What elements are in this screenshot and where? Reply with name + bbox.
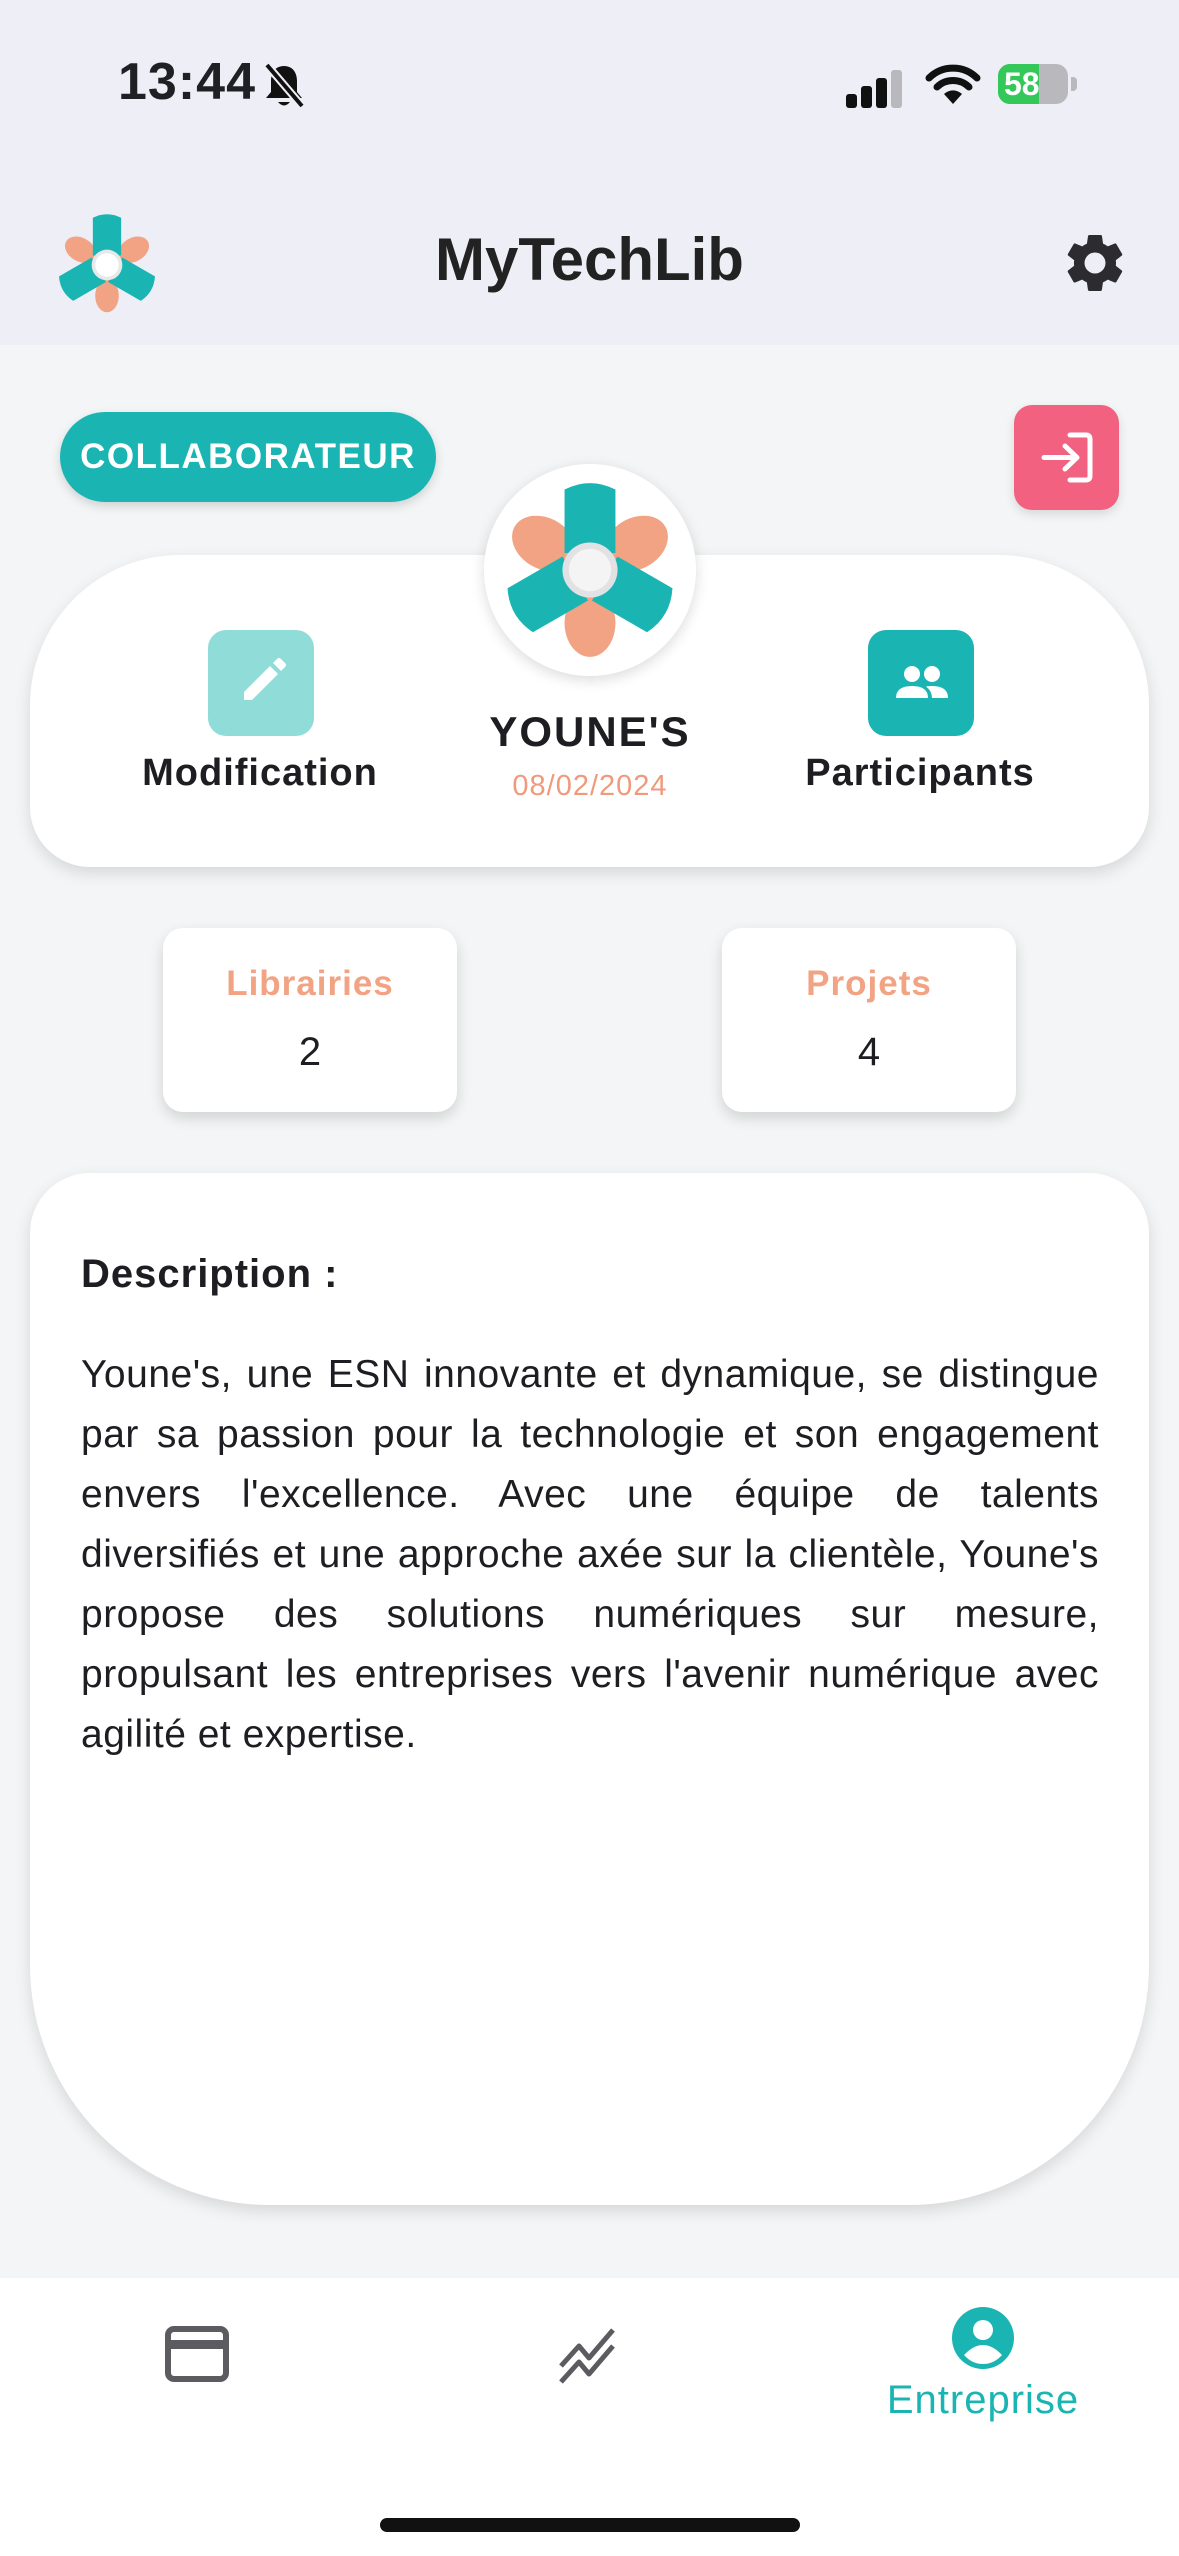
settings-gear-icon[interactable] — [1060, 228, 1130, 298]
logout-button[interactable] — [1014, 405, 1119, 510]
bell-muted-icon — [262, 62, 306, 110]
description-title: Description : — [81, 1252, 339, 1296]
stat-value: 4 — [857, 1030, 881, 1074]
home-indicator[interactable] — [380, 2518, 800, 2532]
cellular-signal-icon — [846, 68, 906, 108]
nav-entreprise-label[interactable]: Entreprise — [830, 2378, 1136, 2423]
participants-button[interactable] — [868, 630, 974, 736]
company-name: YOUNE'S — [489, 708, 691, 755]
nav-card-icon[interactable] — [165, 2325, 229, 2383]
role-badge: COLLABORATEUR — [60, 412, 436, 502]
edit-label[interactable]: Modification — [110, 752, 410, 795]
nav-trending-icon[interactable] — [555, 2322, 621, 2388]
stat-card-librairies[interactable]: Librairies 2 — [163, 928, 457, 1112]
battery-percentage: 58 — [1004, 66, 1040, 102]
app-title: MyTechLib — [435, 226, 744, 293]
description-text: Youne's, une ESN innovante et dynamique,… — [81, 1353, 1099, 1756]
nav-account-icon[interactable] — [950, 2305, 1016, 2371]
stat-label: Librairies — [226, 964, 394, 1003]
pencil-icon — [244, 658, 286, 700]
participants-label[interactable]: Participants — [770, 752, 1070, 795]
stat-value: 2 — [298, 1030, 322, 1074]
company-avatar — [484, 464, 696, 676]
stat-card-projets[interactable]: Projets 4 — [722, 928, 1016, 1112]
people-icon — [896, 666, 948, 698]
company-date: 08/02/2024 — [512, 770, 668, 802]
battery-icon: 58 — [998, 64, 1078, 106]
status-time: 13:44 — [118, 53, 256, 111]
wifi-icon — [925, 62, 981, 108]
edit-button[interactable] — [208, 630, 314, 736]
login-arrow-icon — [1041, 432, 1093, 483]
stat-label: Projets — [806, 964, 932, 1003]
